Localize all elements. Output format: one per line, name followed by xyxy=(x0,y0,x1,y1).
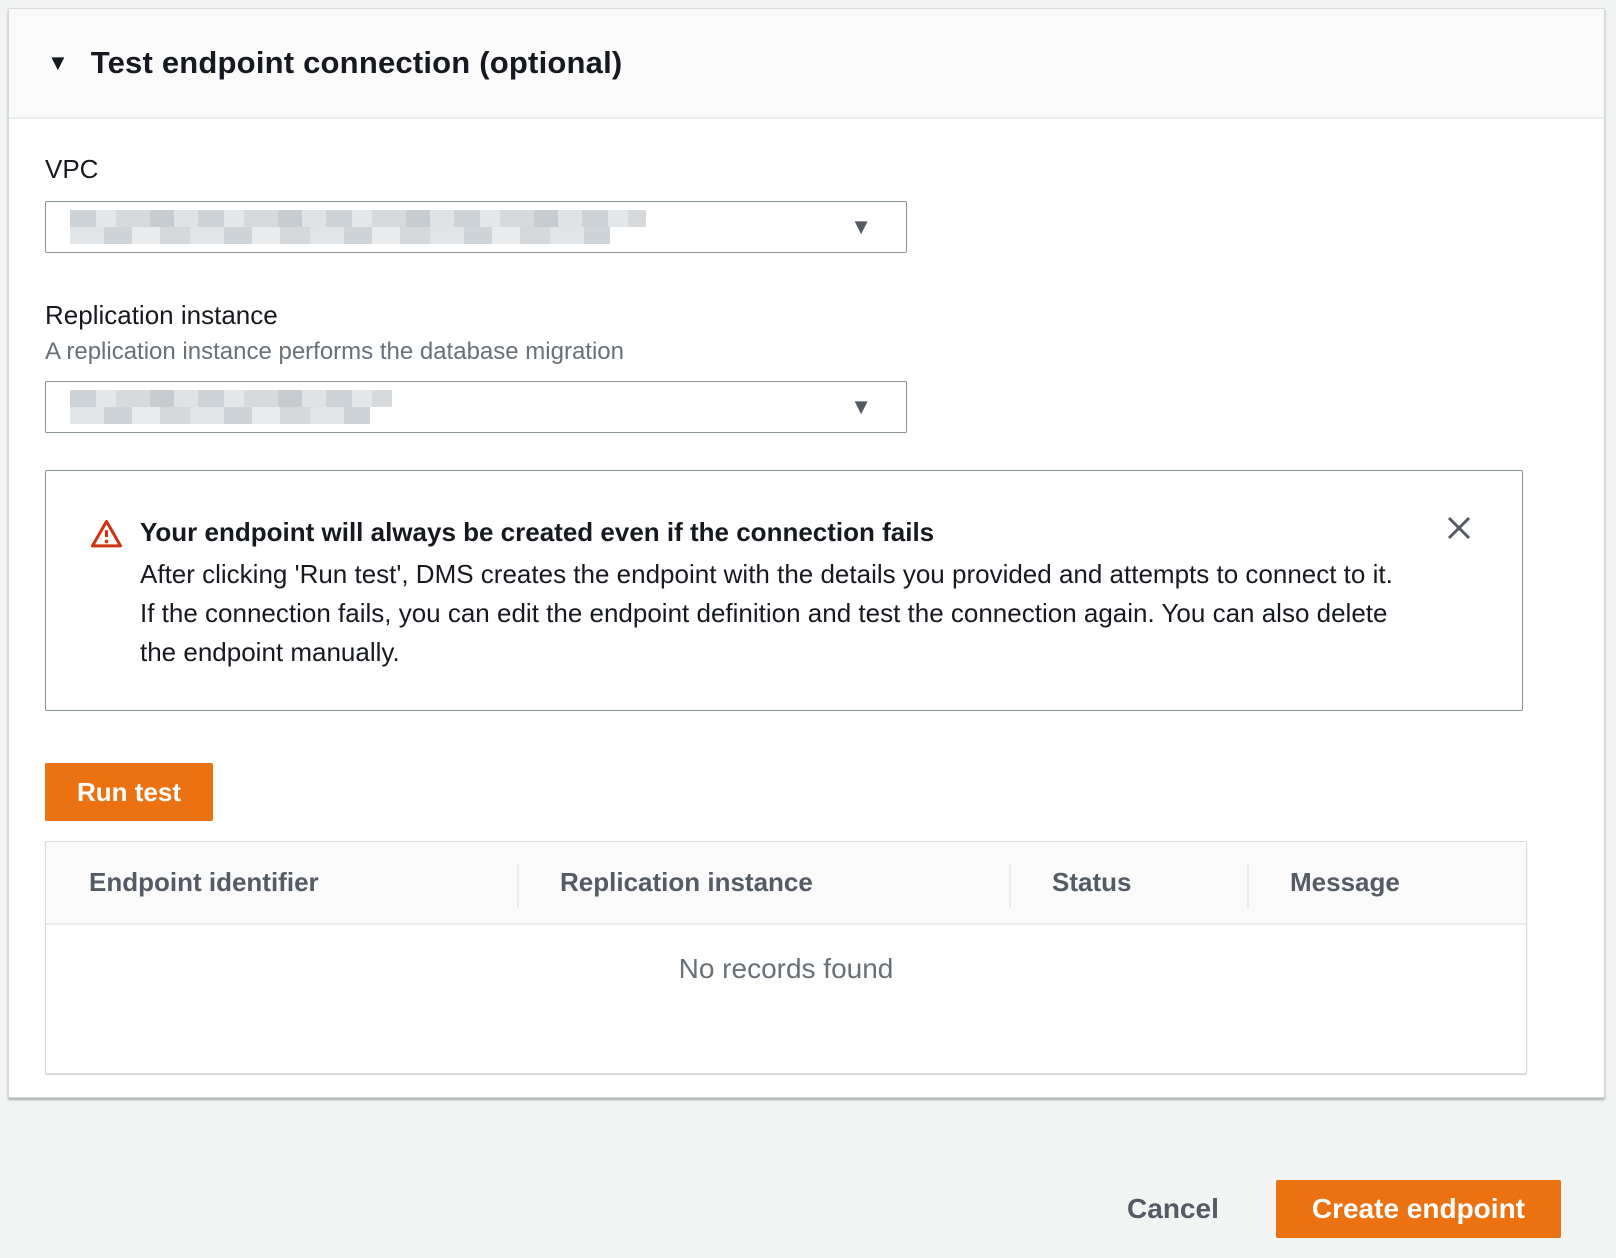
replication-instance-label: Replication instance xyxy=(45,299,1568,331)
column-header-message: Message xyxy=(1247,842,1526,923)
collapse-caret-icon: ▼ xyxy=(47,52,69,74)
column-header-status: Status xyxy=(1009,842,1247,923)
replication-instance-description: A replication instance performs the data… xyxy=(45,337,1568,367)
column-header-replication-instance: Replication instance xyxy=(517,842,1009,923)
vpc-label: VPC xyxy=(45,153,1568,185)
section-header[interactable]: ▼ Test endpoint connection (optional) xyxy=(9,9,1604,119)
alert-body: After clicking 'Run test', DMS creates t… xyxy=(140,555,1402,672)
vpc-select[interactable]: ▼ xyxy=(45,201,907,253)
warning-alert: Your endpoint will always be created eve… xyxy=(45,470,1523,711)
run-test-button[interactable]: Run test xyxy=(45,763,213,821)
redacted-vpc-value xyxy=(70,210,646,244)
alert-title: Your endpoint will always be created eve… xyxy=(140,515,1402,549)
form-footer-actions: Cancel Create endpoint xyxy=(1127,1180,1561,1238)
section-body: VPC ▼ Replication instance A replication… xyxy=(9,153,1604,1074)
table-header-row: Endpoint identifier Replication instance… xyxy=(46,842,1526,925)
warning-triangle-icon xyxy=(90,515,123,672)
chevron-down-icon: ▼ xyxy=(850,396,872,418)
replication-instance-select[interactable]: ▼ xyxy=(45,381,907,433)
close-icon[interactable] xyxy=(1444,513,1474,543)
column-header-endpoint-identifier: Endpoint identifier xyxy=(46,842,517,923)
test-results-table: Endpoint identifier Replication instance… xyxy=(45,841,1527,1074)
create-endpoint-button[interactable]: Create endpoint xyxy=(1276,1180,1561,1238)
page-title: Test endpoint connection (optional) xyxy=(91,45,623,81)
chevron-down-icon: ▼ xyxy=(850,216,872,238)
cancel-button[interactable]: Cancel xyxy=(1127,1193,1219,1225)
test-endpoint-connection-panel: ▼ Test endpoint connection (optional) VP… xyxy=(8,8,1605,1098)
redacted-replication-instance-value xyxy=(70,390,392,424)
empty-state-message: No records found xyxy=(46,925,1526,1073)
